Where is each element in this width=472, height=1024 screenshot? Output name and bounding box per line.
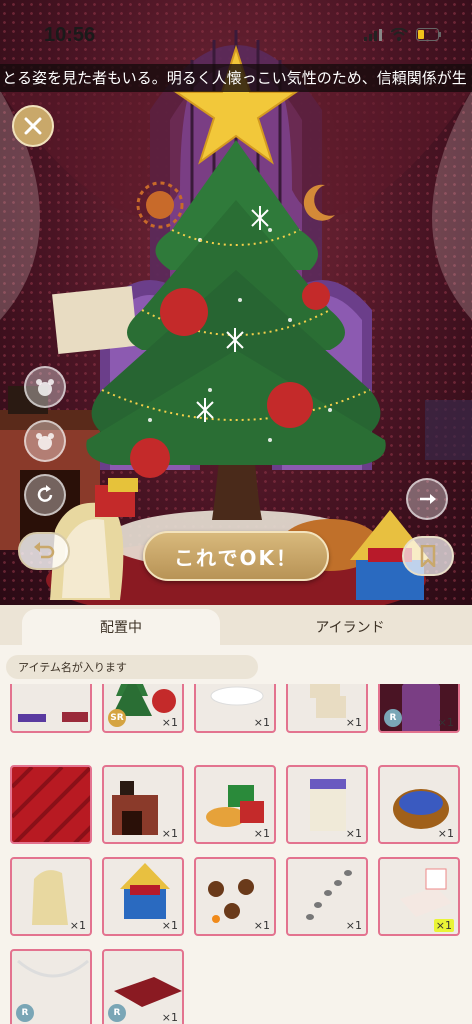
item-cell-reindeer[interactable]: ×1 (194, 857, 276, 936)
rarity-badge: R (108, 1004, 126, 1022)
battery-icon (416, 28, 441, 41)
status-bar: 10:56 (0, 0, 472, 70)
item-cell-bread-basket[interactable]: ×1 (378, 765, 460, 844)
wifi-icon (390, 28, 408, 41)
red-ornament (160, 288, 208, 336)
tab-bar: 配置中 アイランド (0, 605, 472, 645)
confirm-ok-button[interactable]: これでOK！ (143, 531, 329, 581)
item-count: ×1 (161, 716, 178, 729)
close-button[interactable] (12, 105, 54, 147)
item-count: ×1 (345, 919, 362, 932)
close-icon (24, 117, 42, 135)
item-cell-gothic-window[interactable]: R ×1 (378, 684, 460, 733)
item-panel: 配置中 アイランド アイテム名が入ります SR ×1 ×1 ×1 R ×1 ×1… (0, 605, 472, 1024)
flip-icon (420, 494, 436, 504)
item-count: ×1 (161, 1011, 178, 1024)
item-cell-carousel[interactable]: ×1 (102, 857, 184, 936)
rotate-button[interactable] (24, 474, 66, 516)
rarity-badge: SR (108, 709, 126, 727)
tab-island[interactable]: アイランド (250, 609, 450, 645)
red-rug-icon (12, 767, 90, 842)
books-icon (18, 712, 88, 722)
item-cell-plaid-rug[interactable]: R ×1 (102, 949, 184, 1024)
item-cell-red-rug[interactable] (10, 765, 92, 844)
item-cell-gift-box-open[interactable]: ×1 (378, 857, 460, 936)
bookmark-button[interactable] (402, 536, 454, 576)
flip-button[interactable] (406, 478, 448, 520)
signal-icon (364, 28, 382, 41)
item-name-label: アイテム名が入ります (6, 655, 258, 679)
red-ornament (267, 382, 313, 428)
item-cell-armchair[interactable]: ×1 (10, 857, 92, 936)
item-count: ×1 (161, 827, 178, 840)
undo-icon (34, 542, 55, 559)
bookmark-icon (420, 545, 436, 567)
item-cell-gift-boxes[interactable]: ×1 (194, 765, 276, 844)
item-cell-paper-bag[interactable]: ×1 (286, 765, 368, 844)
item-count: ×1 (253, 919, 270, 932)
item-cell-footprints[interactable]: ×1 (286, 857, 368, 936)
item-cell-books[interactable] (10, 684, 92, 733)
tab-placed[interactable]: 配置中 (22, 609, 220, 645)
rarity-badge: R (16, 1004, 34, 1022)
red-ornament (302, 282, 330, 310)
item-count: ×1 (345, 716, 362, 729)
bear-icon (36, 379, 54, 396)
item-count: ×1 (437, 827, 454, 840)
item-count: ×1 (345, 827, 362, 840)
wanted-poster (52, 285, 138, 355)
bear-icon (36, 433, 54, 450)
item-count: ×1 (253, 827, 270, 840)
zoom-in-button[interactable] (24, 366, 66, 408)
status-icons (364, 28, 442, 41)
red-ornament (130, 438, 170, 478)
zoom-out-button[interactable] (24, 420, 66, 462)
item-count: ×1 (161, 919, 178, 932)
item-cell-lace-doily[interactable]: ×1 (194, 684, 276, 733)
description-ticker: とる姿を見た者もいる。明るく人懐っこい気性のため、信頼関係が生 (0, 64, 472, 92)
room-scene: 10:56 とる姿を見た者もいる。明るく人懐っこい気性のため、信頼関係が生 これ… (0, 0, 472, 605)
item-count: ×1 (433, 919, 454, 932)
item-cell-christmas-tree[interactable]: SR ×1 (102, 684, 184, 733)
item-count: ×1 (253, 716, 270, 729)
rarity-badge: R (384, 709, 402, 727)
item-grid: SR ×1 ×1 ×1 R ×1 ×1 ×1 ×1 ×1 ×1 ×1 ×1 ×1… (0, 684, 472, 1024)
rotate-icon (37, 485, 53, 502)
item-cell-poster[interactable]: ×1 (286, 684, 368, 733)
undo-button[interactable] (18, 532, 70, 570)
status-time: 10:56 (44, 24, 96, 46)
item-count: ×1 (437, 716, 454, 729)
item-cell-lace-curtain[interactable]: R (10, 949, 92, 1024)
item-cell-fireplace[interactable]: ×1 (102, 765, 184, 844)
item-count: ×1 (69, 919, 86, 932)
